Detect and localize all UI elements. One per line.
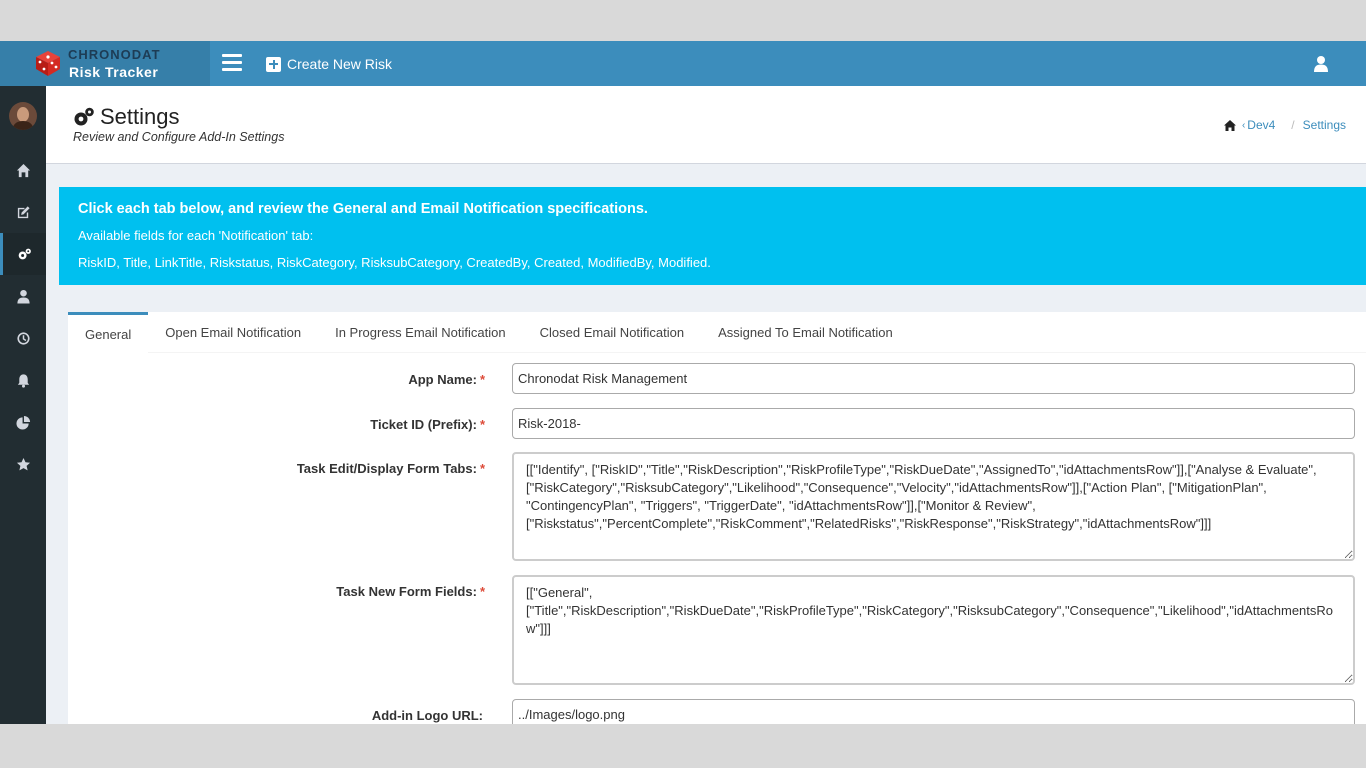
callout-text: Available fields for each 'Notification'… (78, 228, 314, 243)
user-icon[interactable] (1313, 55, 1329, 72)
tab-open-email-notification[interactable]: Open Email Notification (148, 312, 318, 353)
page-title: Settings (73, 104, 180, 130)
dice-logo-icon (36, 51, 60, 76)
app-window: CHRONODAT Risk Tracker Create New Risk S… (0, 41, 1366, 724)
clock-icon (16, 331, 30, 345)
cogs-icon (74, 107, 94, 126)
callout-fields-list: RiskID, Title, LinkTitle, Riskstatus, Ri… (78, 255, 711, 270)
breadcrumb-item-dev4[interactable]: Dev4 (1247, 118, 1275, 132)
breadcrumb-separator: / (1291, 118, 1295, 132)
sidebar-item-history[interactable] (0, 317, 46, 359)
tab-assigned-to-email-notification[interactable]: Assigned To Email Notification (701, 312, 910, 353)
logo-url-input[interactable] (512, 699, 1355, 724)
logo[interactable]: CHRONODAT Risk Tracker (0, 41, 210, 86)
page-subtitle: Review and Configure Add-In Settings (73, 130, 285, 144)
create-new-risk-button[interactable]: Create New Risk (266, 53, 392, 75)
tab-in-progress-email-notification[interactable]: In Progress Email Notification (318, 312, 523, 353)
breadcrumb: ‹ Dev4 / Settings (1223, 118, 1346, 132)
sidebar-item-home[interactable] (0, 149, 46, 191)
sidebar-item-reports[interactable] (0, 401, 46, 443)
sidebar-item-user[interactable] (0, 275, 46, 317)
settings-tabs-panel: General Open Email Notification In Progr… (68, 312, 1366, 724)
page-title-text: Settings (100, 104, 180, 129)
app-name-label: App Name: * (408, 372, 485, 387)
pie-chart-icon (15, 415, 30, 430)
chevron-left-icon: ‹ (1241, 119, 1246, 131)
plus-square-icon (266, 56, 281, 72)
task-new-fields-textarea[interactable]: [["General", ["Title","RiskDescription",… (512, 575, 1355, 685)
content-header: Settings Review and Configure Add-In Set… (46, 86, 1366, 164)
logo-brand-text: CHRONODAT (68, 47, 161, 62)
callout-title: Click each tab below, and review the Gen… (78, 201, 648, 217)
star-icon (16, 457, 30, 470)
top-navbar: CHRONODAT Risk Tracker Create New Risk (0, 41, 1366, 86)
bell-icon (17, 373, 29, 388)
home-icon (16, 163, 30, 177)
info-callout: Click each tab below, and review the Gen… (59, 187, 1366, 285)
sidebar-item-notifications[interactable] (0, 359, 46, 401)
app-name-input[interactable] (512, 363, 1355, 394)
breadcrumb-item-settings[interactable]: Settings (1303, 118, 1346, 132)
avatar[interactable] (9, 102, 37, 130)
bars-icon[interactable] (222, 54, 242, 72)
ticket-prefix-input[interactable] (512, 408, 1355, 439)
task-form-tabs-label: Task Edit/Display Form Tabs: * (296, 461, 485, 476)
cogs-icon (18, 248, 31, 259)
edit-icon (17, 205, 30, 218)
logo-url-label: Add-in Logo URL: (371, 708, 483, 723)
create-new-risk-label: Create New Risk (287, 56, 393, 72)
tab-closed-email-notification[interactable]: Closed Email Notification (523, 312, 702, 353)
sidebar-item-edit[interactable] (0, 191, 46, 233)
task-new-fields-label: Task New Form Fields: * (336, 584, 485, 599)
sidebar-item-favorites[interactable] (0, 443, 46, 485)
logo-product-text: Risk Tracker (69, 64, 159, 80)
user-icon (16, 289, 30, 304)
sidebar (0, 86, 46, 724)
ticket-prefix-label: Ticket ID (Prefix): * (370, 417, 485, 432)
sidebar-item-settings[interactable] (0, 233, 46, 275)
tab-general[interactable]: General (68, 312, 149, 353)
tab-bar: General Open Email Notification In Progr… (68, 312, 1366, 353)
task-form-tabs-textarea[interactable]: [["Identify", ["RiskID","Title","RiskDes… (512, 452, 1355, 561)
home-icon[interactable] (1223, 119, 1236, 131)
